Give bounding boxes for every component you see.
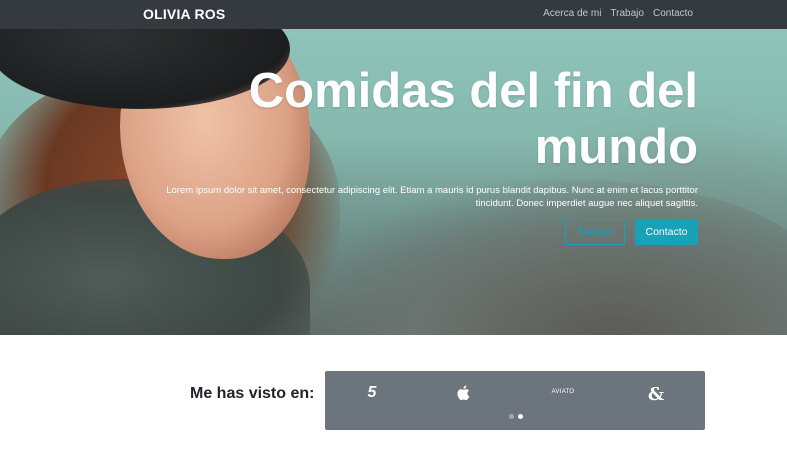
brand-logo[interactable]: OLIVIA ROS <box>143 6 225 22</box>
work-button[interactable]: Trabajo <box>565 219 625 245</box>
navbar: OLIVIA ROS Acerca de mi Trabajo Contacto <box>0 0 787 29</box>
carousel-dot[interactable] <box>509 414 514 419</box>
nav-links: Acerca de mi Trabajo Contacto <box>543 8 693 19</box>
carousel-indicators <box>509 414 523 419</box>
five-icon: 5 <box>367 384 377 401</box>
nav-link-contact[interactable]: Contacto <box>653 8 693 19</box>
ampersand-icon: & <box>647 384 665 405</box>
logo-carousel[interactable]: 5 AVIATO & <box>325 371 705 430</box>
hero-title: Comidas del fin del mundo <box>248 64 698 174</box>
hero-section: Comidas del fin del mundo Lorem ipsum do… <box>0 29 787 335</box>
seen-on-label: Me has visto en: <box>190 385 315 402</box>
aviato-icon: AVIATO <box>551 389 575 395</box>
nav-link-work[interactable]: Trabajo <box>610 8 644 19</box>
contact-button[interactable]: Contacto <box>635 219 698 245</box>
apple-icon <box>451 385 475 406</box>
hero-description: Lorem ipsum dolor sit amet, consectetur … <box>166 185 698 209</box>
nav-link-about[interactable]: Acerca de mi <box>543 8 601 19</box>
carousel-dot-active[interactable] <box>518 414 523 419</box>
